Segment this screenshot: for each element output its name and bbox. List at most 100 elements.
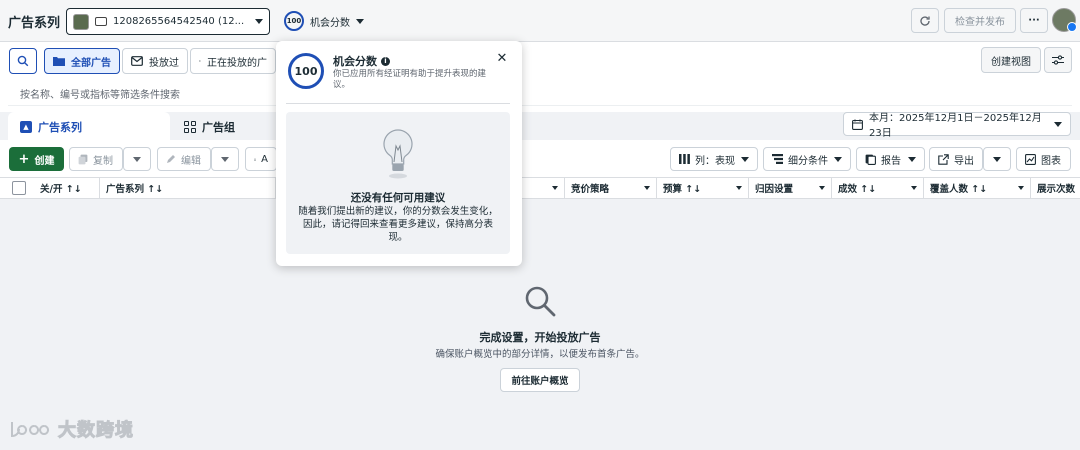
column-hidden-dropdown[interactable] [522, 177, 565, 199]
watermark: 大数跨境 [8, 416, 134, 442]
flask-icon [254, 157, 257, 161]
export-dropdown[interactable] [983, 147, 1011, 171]
copy-icon [78, 154, 88, 164]
settings-sliders-button[interactable] [1044, 47, 1072, 73]
column-results[interactable]: 成效 ↑↓ [832, 177, 924, 199]
review-publish-button[interactable]: 检查并发布 [944, 8, 1016, 33]
tab-campaigns-label: 广告系列 [38, 121, 82, 134]
grid-icon [184, 121, 196, 133]
popover-title: 机会分数 i [333, 53, 390, 69]
chevron-down-icon [356, 18, 364, 24]
page-title: 广告系列 [8, 16, 61, 31]
go-to-account-overview-button[interactable]: 前往账户概览 [500, 368, 580, 392]
chevron-down-icon [736, 186, 742, 190]
create-view-button[interactable]: 创建视图 [981, 47, 1041, 73]
columns-button[interactable]: 列：表现 [670, 147, 758, 171]
info-icon[interactable]: i [381, 56, 390, 66]
column-bid-strategy-label: 竞价策略 [571, 184, 610, 195]
chevron-down-icon [1018, 186, 1024, 190]
column-bid-strategy[interactable]: 竞价策略 [565, 177, 657, 199]
tab-campaigns[interactable]: ▲ 广告系列 [8, 112, 170, 142]
export-label: 导出 [954, 155, 974, 167]
plus-icon: + [18, 151, 30, 167]
breakdown-label: 细分条件 [788, 155, 828, 167]
tab-ad-sets[interactable]: 广告组 [172, 112, 247, 142]
edit-dropdown[interactable] [211, 147, 239, 171]
filter-running-label: 正在投放的广 [207, 57, 267, 69]
ad-account-icon [95, 17, 107, 26]
edit-label: 编辑 [181, 155, 201, 167]
watermark-logo-icon [11, 422, 50, 438]
pencil-icon [167, 155, 175, 163]
column-impressions[interactable]: 展示次数 [1031, 177, 1080, 199]
columns-label: 列：表现 [695, 155, 735, 167]
filter-delivered-label: 投放过 [149, 57, 179, 69]
close-icon[interactable]: ✕ [494, 50, 510, 66]
chart-button[interactable]: 图表 [1016, 147, 1071, 171]
opportunity-score-button[interactable]: 100 机会分数 [284, 10, 364, 32]
chevron-down-icon [819, 186, 825, 190]
no-recommendations-title: 还没有任何可用建议 [350, 192, 446, 204]
column-attribution-label: 归因设置 [755, 184, 794, 195]
search-input[interactable]: 按名称、编号或指标等筛选条件搜索 [8, 82, 1072, 106]
report-label: 报告 [881, 155, 901, 167]
watermark-text: 大数跨境 [58, 420, 134, 442]
chevron-down-icon [1054, 121, 1062, 127]
filter-all-ads-label: 全部广告 [71, 57, 111, 69]
ad-account-selector[interactable]: 1208265564542540 (12... [66, 8, 270, 35]
select-all-checkbox[interactable] [12, 181, 26, 195]
chevron-down-icon [221, 156, 229, 162]
folder-icon [53, 57, 65, 66]
create-button[interactable]: + 创建 [9, 147, 64, 171]
refresh-icon [920, 15, 930, 26]
copy-dropdown[interactable] [123, 147, 151, 171]
chevron-down-icon [552, 186, 558, 190]
copy-label: 复制 [93, 155, 113, 167]
filter-delivered[interactable]: 投放过 [122, 48, 188, 74]
refresh-button[interactable] [911, 8, 939, 33]
breakdown-button[interactable]: 细分条件 [763, 147, 851, 171]
account-avatar [73, 13, 89, 30]
export-button[interactable]: 导出 [929, 147, 983, 171]
popover-title-text: 机会分数 [333, 55, 377, 68]
chevron-down-icon [993, 156, 1001, 162]
sliders-icon [1052, 55, 1064, 65]
chevron-down-icon [644, 186, 650, 190]
column-attribution[interactable]: 归因设置 [749, 177, 832, 199]
send-icon [199, 60, 201, 62]
date-range-picker[interactable]: 本月：2025年12月1日－2025年12月23日 [843, 112, 1071, 139]
chevron-down-icon [133, 156, 141, 162]
no-recommendations-card: 还没有任何可用建议 随着我们提出新的建议，你的分数会发生变化，因此，请记得回来查… [286, 112, 510, 254]
report-icon [865, 154, 876, 165]
breakdown-icon [772, 154, 783, 164]
column-reach-label: 覆盖人数 ↑↓ [930, 184, 988, 195]
no-recommendations-description: 随着我们提出新的建议，你的分数会发生变化，因此，请记得回来查看更多建议，保持高分… [298, 206, 498, 243]
create-label: 创建 [34, 155, 55, 167]
search-icon [17, 55, 29, 67]
campaign-icon: ▲ [20, 121, 32, 133]
score-ring-icon: 100 [284, 11, 304, 31]
column-on-off[interactable]: 关/开 ↑↓ [34, 177, 100, 199]
lightbulb-icon [383, 129, 413, 179]
column-campaign[interactable]: 广告系列 ↑↓ [100, 177, 276, 199]
popover-subtitle: 你已应用所有经证明有助于提升表现的建议。 [333, 69, 487, 90]
column-reach[interactable]: 覆盖人数 ↑↓ [924, 177, 1031, 199]
filter-running[interactable]: 正在投放的广 [190, 48, 276, 74]
more-options-button[interactable]: ··· [1020, 8, 1048, 33]
column-budget[interactable]: 预算 ↑↓ [657, 177, 749, 199]
column-results-label: 成效 ↑↓ [838, 184, 877, 195]
opportunity-score-popover: 100 机会分数 i 你已应用所有经证明有助于提升表现的建议。 ✕ 还没有任何可… [276, 41, 522, 266]
filter-all-ads[interactable]: 全部广告 [44, 48, 120, 74]
chevron-down-icon [741, 156, 749, 162]
column-budget-label: 预算 ↑↓ [663, 184, 702, 195]
empty-state-title: 完成设置，开始投放广告 [479, 331, 601, 344]
report-button[interactable]: 报告 [856, 147, 925, 171]
search-button[interactable] [9, 48, 37, 74]
copy-button[interactable]: 复制 [69, 147, 123, 171]
envelope-icon [131, 56, 143, 66]
edit-button[interactable]: 编辑 [157, 147, 211, 171]
columns-icon [679, 154, 690, 164]
ab-test-button[interactable]: A [245, 147, 277, 171]
empty-state-area [0, 199, 1080, 450]
export-icon [938, 153, 949, 165]
